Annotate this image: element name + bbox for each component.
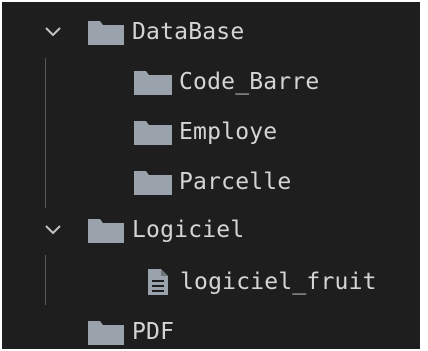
chevron-down-icon[interactable] <box>42 219 64 241</box>
tree-item-label: DataBase <box>132 18 245 45</box>
folder-icon <box>88 217 124 243</box>
folder-icon <box>134 119 172 145</box>
tree-item-database[interactable]: DataBase <box>2 8 420 56</box>
tree-item-logiciel[interactable]: Logiciel <box>2 206 420 254</box>
tree-item-label: Logiciel <box>132 216 245 243</box>
folder-icon <box>134 69 172 95</box>
tree-item-label: Code_Barre <box>179 68 320 95</box>
tree-item-code-barre[interactable]: Code_Barre <box>2 58 420 106</box>
folder-icon <box>88 19 124 45</box>
tree-item-logiciel-fruit[interactable]: logiciel_fruit <box>2 258 420 306</box>
tree-item-label: Parcelle <box>179 168 292 195</box>
tree-item-employe[interactable]: Employe <box>2 108 420 156</box>
folder-icon <box>134 169 172 195</box>
tree-item-label: Employe <box>179 118 278 145</box>
tree-item-label: logiciel_fruit <box>180 268 377 295</box>
folder-icon <box>88 319 124 345</box>
file-icon <box>148 269 168 295</box>
tree-item-pdf[interactable]: PDF <box>2 308 420 349</box>
file-explorer-tree: DataBase Code_Barre Employe Parcelle Log… <box>2 2 420 349</box>
chevron-down-icon[interactable] <box>42 21 64 43</box>
tree-item-label: PDF <box>132 318 175 345</box>
tree-item-parcelle[interactable]: Parcelle <box>2 158 420 206</box>
